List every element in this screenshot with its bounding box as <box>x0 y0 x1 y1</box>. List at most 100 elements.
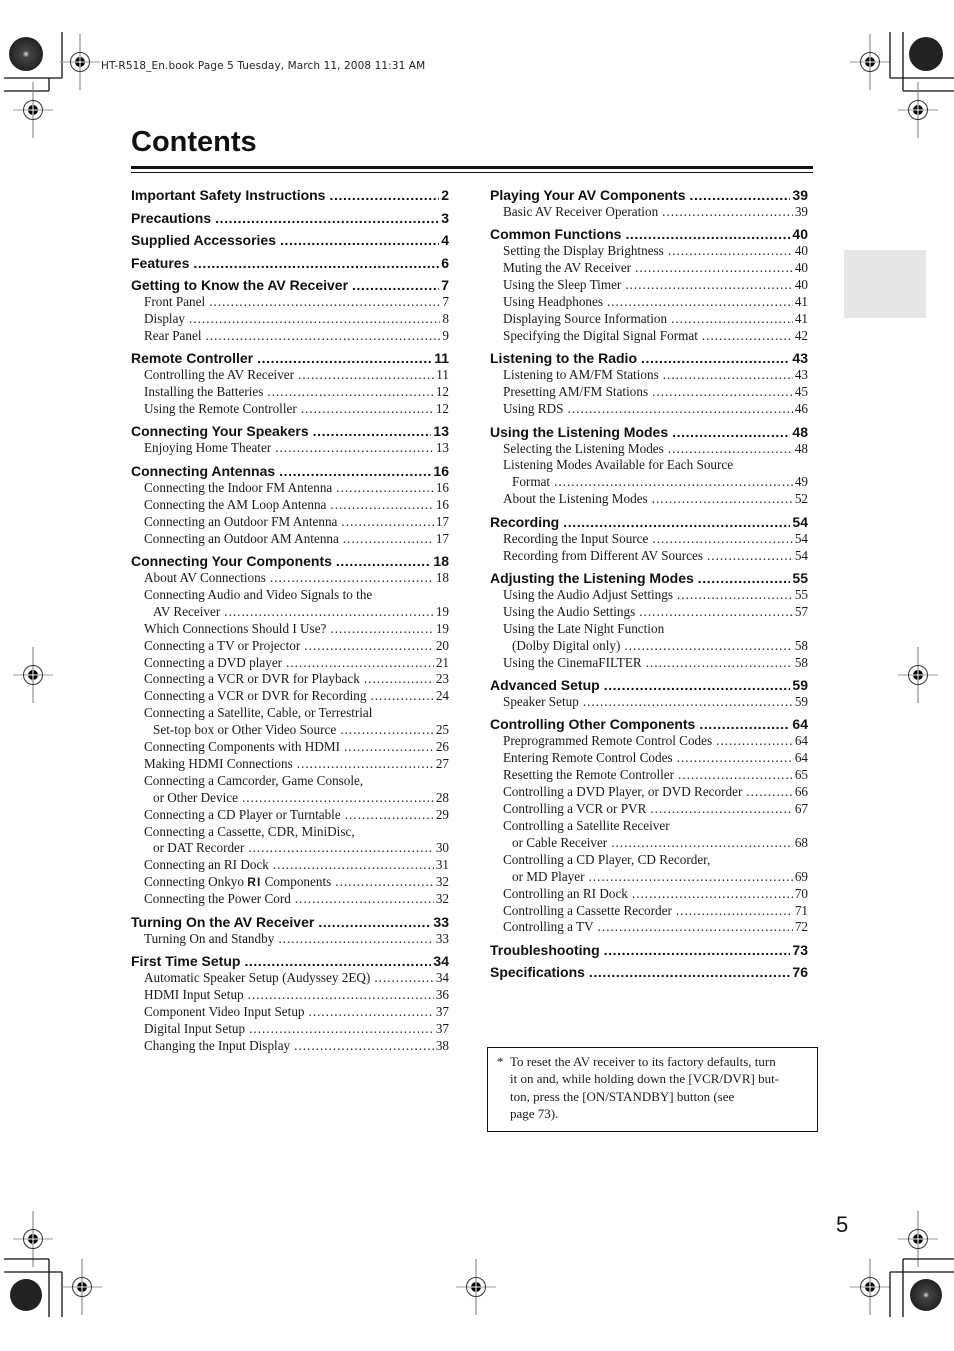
toc-entry[interactable]: Connecting a DVD player 21 <box>131 655 449 672</box>
toc-entry[interactable]: Resetting the Remote Controller 65 <box>490 767 808 784</box>
toc-section[interactable]: Supplied Accessories 4 <box>131 231 449 249</box>
toc-section[interactable]: Using the Listening Modes 48 <box>490 423 808 441</box>
toc-entry[interactable]: Connecting the Power Cord 32 <box>131 891 449 908</box>
toc-section[interactable]: Remote Controller 11 <box>131 349 449 367</box>
toc-entry[interactable]: Component Video Input Setup 37 <box>131 1004 449 1021</box>
toc-entry[interactable]: Speaker Setup 59 <box>490 694 808 711</box>
toc-entry[interactable]: About the Listening Modes 52 <box>490 491 808 508</box>
toc-section[interactable]: Playing Your AV Components 39 <box>490 186 808 204</box>
toc-entry-line[interactable]: Connecting Audio and Video Signals to th… <box>131 587 449 604</box>
toc-entry[interactable]: Automatic Speaker Setup (Audyssey 2EQ) 34 <box>131 970 449 987</box>
toc-entry[interactable]: or Other Device 28 <box>131 790 449 807</box>
toc-page-number: 73 <box>792 941 808 958</box>
toc-entry[interactable]: Connecting an Outdoor AM Antenna 17 <box>131 531 449 548</box>
toc-entry[interactable]: Controlling a Cassette Recorder 71 <box>490 903 808 920</box>
toc-entry[interactable]: HDMI Input Setup 36 <box>131 987 449 1004</box>
toc-entry[interactable]: Controlling a VCR or PVR 67 <box>490 801 808 818</box>
toc-entry[interactable]: or Cable Receiver 68 <box>490 835 808 852</box>
toc-entry[interactable]: Listening to AM/FM Stations 43 <box>490 367 808 384</box>
toc-entry[interactable]: Making HDMI Connections 27 <box>131 756 449 773</box>
toc-section[interactable]: Important Safety Instructions 2 <box>131 186 449 204</box>
toc-entry[interactable]: Which Connections Should I Use? 19 <box>131 621 449 638</box>
toc-entry[interactable]: Using the Sleep Timer 40 <box>490 277 808 294</box>
toc-section[interactable]: Controlling Other Components 64 <box>490 715 808 733</box>
toc-section[interactable]: Advanced Setup 59 <box>490 676 808 694</box>
toc-entry-line[interactable]: Controlling a Satellite Receiver <box>490 818 808 835</box>
toc-section[interactable]: Troubleshooting 73 <box>490 941 808 959</box>
toc-entry[interactable]: Controlling the AV Receiver 11 <box>131 367 449 384</box>
toc-section[interactable]: Turning On the AV Receiver 33 <box>131 913 449 931</box>
toc-entry-line[interactable]: Connecting a Satellite, Cable, or Terres… <box>131 705 449 722</box>
toc-entry-line[interactable]: Listening Modes Available for Each Sourc… <box>490 457 808 474</box>
toc-page-number: 71 <box>794 902 808 918</box>
toc-entry[interactable]: Using the Audio Adjust Settings 55 <box>490 587 808 604</box>
toc-entry[interactable]: Controlling a TV 72 <box>490 919 808 936</box>
toc-entry[interactable]: AV Receiver 19 <box>131 604 449 621</box>
toc-entry[interactable]: Rear Panel 9 <box>131 328 449 345</box>
toc-entry[interactable]: Controlling an RI Dock 70 <box>490 886 808 903</box>
toc-section[interactable]: Specifications 76 <box>490 963 808 981</box>
toc-entry[interactable]: Basic AV Receiver Operation 39 <box>490 204 808 221</box>
toc-entry-title-text: Rear Panel <box>144 327 202 343</box>
toc-entry[interactable]: Using the Audio Settings 57 <box>490 604 808 621</box>
toc-entry[interactable]: Selecting the Listening Modes 48 <box>490 441 808 458</box>
toc-section[interactable]: Connecting Your Components 18 <box>131 552 449 570</box>
toc-section[interactable]: Connecting Your Speakers 13 <box>131 422 449 440</box>
toc-entry[interactable]: Enjoying Home Theater 13 <box>131 440 449 457</box>
toc-entry[interactable]: Preprogrammed Remote Control Codes 64 <box>490 733 808 750</box>
toc-entry[interactable]: Connecting Onkyo RI Components 32 <box>131 874 449 891</box>
toc-entry[interactable]: Connecting the AM Loop Antenna 16 <box>131 497 449 514</box>
toc-entry-line[interactable]: Using the Late Night Function <box>490 621 808 638</box>
toc-section[interactable]: Listening to the Radio 43 <box>490 349 808 367</box>
toc-entry[interactable]: Digital Input Setup 37 <box>131 1021 449 1038</box>
toc-entry[interactable]: Using Headphones 41 <box>490 294 808 311</box>
toc-page-number: 31 <box>435 857 449 873</box>
toc-entry[interactable]: Connecting a CD Player or Turntable 29 <box>131 807 449 824</box>
toc-entry[interactable]: Connecting the Indoor FM Antenna 16 <box>131 480 449 497</box>
toc-entry-line[interactable]: Controlling a CD Player, CD Recorder, <box>490 852 808 869</box>
toc-entry[interactable]: Recording from Different AV Sources 54 <box>490 548 808 565</box>
toc-entry-line[interactable]: Connecting a Cassette, CDR, MiniDisc, <box>131 824 449 841</box>
toc-entry[interactable]: Recording the Input Source 54 <box>490 531 808 548</box>
leader-dots <box>652 384 793 401</box>
toc-entry[interactable]: Connecting a VCR or DVR for Playback 23 <box>131 671 449 688</box>
toc-entry[interactable]: Entering Remote Control Codes 64 <box>490 750 808 767</box>
toc-entry[interactable]: Connecting an RI Dock 31 <box>131 857 449 874</box>
toc-section[interactable]: Common Functions 40 <box>490 225 808 243</box>
toc-entry[interactable]: Displaying Source Information 41 <box>490 311 808 328</box>
toc-entry[interactable]: Changing the Input Display 38 <box>131 1038 449 1055</box>
toc-entry-title-text: Setting the Display Brightness <box>503 243 664 259</box>
toc-section[interactable]: Precautions 3 <box>131 209 449 227</box>
toc-section[interactable]: Getting to Know the AV Receiver 7 <box>131 276 449 294</box>
toc-entry[interactable]: Specifying the Digital Signal Format 42 <box>490 328 808 345</box>
toc-page-number: 54 <box>794 547 808 563</box>
toc-entry[interactable]: Turning On and Standby 33 <box>131 931 449 948</box>
toc-section[interactable]: First Time Setup 34 <box>131 952 449 970</box>
toc-entry[interactable]: or MD Player 69 <box>490 869 808 886</box>
toc-entry[interactable]: Using the Remote Controller 12 <box>131 401 449 418</box>
toc-entry[interactable]: (Dolby Digital only) 58 <box>490 638 808 655</box>
toc-section[interactable]: Recording 54 <box>490 513 808 531</box>
toc-entry[interactable]: Set-top box or Other Video Source 25 <box>131 722 449 739</box>
toc-entry-title: Using Headphones <box>503 294 603 311</box>
toc-entry[interactable]: Using the CinemaFILTER 58 <box>490 655 808 672</box>
toc-section[interactable]: Connecting Antennas 16 <box>131 462 449 480</box>
toc-entry[interactable]: Connecting a TV or Projector 20 <box>131 638 449 655</box>
toc-entry[interactable]: Format 49 <box>490 474 808 491</box>
toc-entry[interactable]: Using RDS 46 <box>490 401 808 418</box>
toc-entry[interactable]: Muting the AV Receiver 40 <box>490 260 808 277</box>
toc-entry[interactable]: Installing the Batteries 12 <box>131 384 449 401</box>
toc-entry[interactable]: Controlling a DVD Player, or DVD Recorde… <box>490 784 808 801</box>
toc-entry[interactable]: Presetting AM/FM Stations 45 <box>490 384 808 401</box>
toc-entry[interactable]: About AV Connections 18 <box>131 570 449 587</box>
toc-entry[interactable]: or DAT Recorder 30 <box>131 840 449 857</box>
toc-entry[interactable]: Connecting a VCR or DVR for Recording 24 <box>131 688 449 705</box>
toc-entry[interactable]: Display 8 <box>131 311 449 328</box>
toc-entry[interactable]: Connecting an Outdoor FM Antenna 17 <box>131 514 449 531</box>
toc-entry[interactable]: Connecting Components with HDMI 26 <box>131 739 449 756</box>
toc-section[interactable]: Adjusting the Listening Modes 55 <box>490 569 808 587</box>
toc-entry[interactable]: Front Panel 7 <box>131 294 449 311</box>
toc-section[interactable]: Features 6 <box>131 254 449 272</box>
toc-entry-line[interactable]: Connecting a Camcorder, Game Console, <box>131 773 449 790</box>
toc-entry[interactable]: Setting the Display Brightness 40 <box>490 243 808 260</box>
